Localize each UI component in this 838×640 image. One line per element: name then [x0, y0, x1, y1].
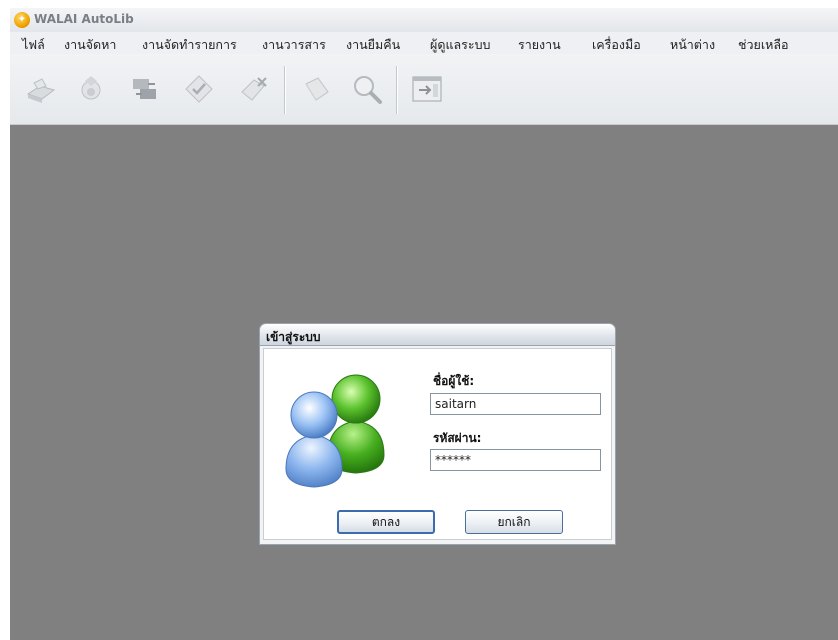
toolbar-separator: [396, 66, 398, 114]
menu-help[interactable]: ช่วยเหลือ: [738, 35, 789, 55]
username-label: ชื่อผู้ใช้:: [433, 374, 475, 388]
username-field[interactable]: [430, 393, 601, 415]
menu-bar: ไฟล์ งานจัดหา งานจัดทำรายการ งานวารสาร ง…: [10, 32, 838, 54]
menu-cataloging[interactable]: งานจัดทำรายการ: [142, 35, 237, 55]
ok-button[interactable]: ตกลง: [337, 510, 435, 534]
menu-reports[interactable]: รายงาน: [518, 35, 561, 55]
users-icon: [276, 359, 396, 489]
menu-window[interactable]: หน้าต่าง: [670, 35, 715, 55]
password-label: รหัสผ่าน:: [433, 431, 482, 445]
toolbar: [10, 54, 838, 125]
menu-tools[interactable]: เครื่องมือ: [592, 35, 641, 55]
login-dialog: เข้าสู่ระบบ ชื่อผู้ใช้: saitarn รหัสผ่าน…: [259, 323, 616, 545]
open-book-icon[interactable]: [24, 72, 58, 106]
menu-serials[interactable]: งานวารสาร: [262, 35, 326, 55]
menu-admin[interactable]: ผู้ดูแลระบบ: [430, 35, 490, 55]
book-icon[interactable]: [300, 72, 334, 106]
delete-tag-icon[interactable]: [236, 72, 270, 106]
brush-icon[interactable]: [74, 72, 108, 106]
login-panel: ชื่อผู้ใช้: รหัสผ่าน: ตกลง ยกเลิก: [263, 348, 612, 540]
app-logo-icon: ✦: [14, 12, 30, 28]
title-bar[interactable]: ✦ WALAI AutoLib: [10, 8, 838, 32]
menu-circulation[interactable]: งานยืมคืน: [346, 35, 400, 55]
exit-window-icon[interactable]: [410, 72, 444, 106]
menu-file[interactable]: ไฟล์: [22, 35, 45, 55]
dialog-title-bar[interactable]: เข้าสู่ระบบ: [259, 323, 616, 345]
app-title: WALAI AutoLib: [34, 12, 134, 26]
search-icon[interactable]: [350, 72, 384, 106]
toolbar-separator: [284, 66, 286, 114]
transfer-icon[interactable]: [128, 72, 162, 106]
menu-acquisition[interactable]: งานจัดหา: [64, 35, 116, 55]
cancel-button[interactable]: ยกเลิก: [465, 510, 563, 534]
dialog-body: ชื่อผู้ใช้: รหัสผ่าน: ตกลง ยกเลิก: [259, 345, 616, 545]
check-tag-icon[interactable]: [182, 72, 216, 106]
password-field[interactable]: [430, 449, 601, 471]
